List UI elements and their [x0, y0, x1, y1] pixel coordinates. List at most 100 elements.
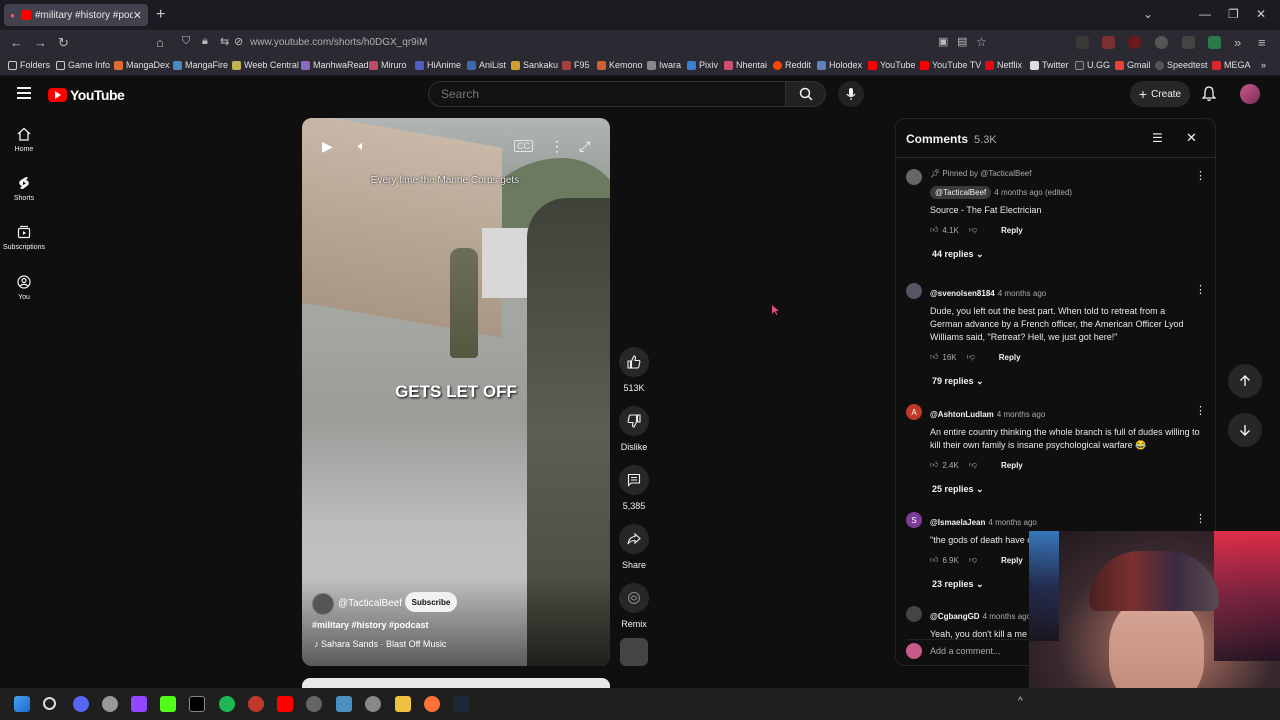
- search-input[interactable]: [429, 82, 785, 106]
- extension-icon[interactable]: [1128, 36, 1141, 49]
- extension-icon[interactable]: [1208, 36, 1221, 49]
- reply-button[interactable]: Reply: [999, 353, 1021, 362]
- no-tracking-icon[interactable]: ⊘: [234, 35, 243, 48]
- view-replies-button[interactable]: 79 replies ⌄: [932, 376, 1200, 387]
- search-taskbar-icon[interactable]: [43, 697, 56, 710]
- fullscreen-icon[interactable]: ⤢: [579, 138, 590, 155]
- minimize-icon[interactable]: —: [1199, 7, 1211, 21]
- view-replies-button[interactable]: 25 replies ⌄: [932, 484, 1200, 495]
- youtube-logo[interactable]: YouTube: [48, 87, 125, 103]
- back-icon[interactable]: ←: [10, 35, 23, 50]
- windows-start-icon[interactable]: [14, 696, 30, 712]
- next-short-preview[interactable]: [302, 678, 610, 688]
- media-player-icon[interactable]: [306, 696, 322, 712]
- bookmark-item[interactable]: Reddit: [773, 60, 811, 70]
- bookmark-item[interactable]: MEGA: [1212, 60, 1251, 70]
- video-hashtags[interactable]: #military #history #podcast: [312, 620, 429, 630]
- menu-icon[interactable]: [17, 87, 31, 99]
- bookmark-item[interactable]: Gmail: [1115, 60, 1151, 70]
- search-button[interactable]: [786, 81, 826, 107]
- comment-menu-icon[interactable]: ⋮: [1195, 169, 1206, 182]
- add-comment-input[interactable]: Add a comment...: [930, 646, 1001, 656]
- commenter-avatar[interactable]: A: [906, 404, 922, 420]
- bookmark-item[interactable]: U.GG: [1075, 60, 1110, 70]
- bookmark-item[interactable]: Twitter: [1030, 60, 1069, 70]
- create-button[interactable]: + Create: [1130, 81, 1190, 107]
- bookmark-item[interactable]: Holodex: [817, 60, 862, 70]
- reply-button[interactable]: Reply: [1001, 461, 1023, 470]
- dislike-button[interactable]: Dislike: [616, 406, 652, 452]
- extension-icon[interactable]: [1076, 36, 1089, 49]
- lock-icon[interactable]: 🔒︎: [202, 35, 208, 48]
- next-short-button[interactable]: [1228, 413, 1262, 447]
- bookmark-item[interactable]: Kemono: [597, 60, 643, 70]
- comment-author[interactable]: @CgbangGD: [930, 612, 980, 621]
- sort-icon[interactable]: ☰: [1152, 131, 1163, 145]
- sidebar-item-you[interactable]: You: [0, 275, 48, 301]
- system-tray-chevron-icon[interactable]: ^: [1018, 696, 1023, 707]
- reply-button[interactable]: Reply: [1001, 556, 1023, 565]
- close-tab-icon[interactable]: ✕: [133, 9, 142, 22]
- remix-button[interactable]: Remix: [616, 583, 652, 629]
- comment-author[interactable]: @TacticalBeef: [930, 186, 992, 199]
- bookmark-item[interactable]: Weeb Central: [232, 60, 299, 70]
- shorts-video-player[interactable]: Every time the Marine Corps gets GETS LE…: [302, 118, 610, 666]
- extension-icon[interactable]: [1102, 36, 1115, 49]
- maximize-icon[interactable]: ❐: [1228, 7, 1239, 21]
- bookmark-item[interactable]: YouTube: [868, 60, 915, 70]
- play-icon[interactable]: ▶: [322, 138, 333, 155]
- captions-icon[interactable]: CC: [514, 140, 533, 152]
- browser-tab[interactable]: ● #military #history #podcast ✕: [4, 4, 148, 26]
- comment-menu-icon[interactable]: ⋮: [1195, 512, 1206, 525]
- comments-button[interactable]: 5,385: [616, 465, 652, 511]
- close-icon[interactable]: ✕: [1186, 130, 1197, 146]
- comment-author[interactable]: @IsmaelaJean: [930, 518, 985, 527]
- app-icon[interactable]: [248, 696, 264, 712]
- account-avatar[interactable]: [1240, 84, 1260, 104]
- thumbs-down-icon[interactable]: 👎︎: [967, 352, 975, 362]
- voice-search-button[interactable]: [838, 81, 864, 107]
- subscribe-button[interactable]: Subscribe: [405, 592, 457, 612]
- bookmark-item[interactable]: AniList: [467, 60, 506, 70]
- comment-menu-icon[interactable]: ⋮: [1195, 404, 1206, 417]
- reload-icon[interactable]: ↻: [58, 35, 69, 51]
- thumbs-up-icon[interactable]: 👍︎: [930, 225, 938, 235]
- previous-short-button[interactable]: [1228, 364, 1262, 398]
- like-button[interactable]: 513K: [616, 347, 652, 393]
- thumbs-up-icon[interactable]: 👍︎: [930, 352, 938, 362]
- sidebar-item-home[interactable]: Home: [0, 127, 48, 153]
- close-window-icon[interactable]: ✕: [1256, 7, 1266, 21]
- channel-name[interactable]: @TacticalBeef: [338, 598, 402, 609]
- reply-button[interactable]: Reply: [1001, 226, 1023, 235]
- bookmark-item[interactable]: Nhentai: [724, 60, 767, 70]
- sidebar-item-shorts[interactable]: Shorts: [0, 176, 48, 202]
- more-options-icon[interactable]: ⋮: [550, 138, 564, 155]
- tab-list-icon[interactable]: ⌄: [1143, 7, 1153, 21]
- share-button[interactable]: Share: [616, 524, 652, 570]
- youtube-taskbar-icon[interactable]: [277, 696, 293, 712]
- bookmark-item[interactable]: ManhwaRead: [301, 60, 369, 70]
- comment-author[interactable]: @svenolsen8184: [930, 289, 995, 298]
- shield-icon[interactable]: ⛉: [182, 35, 190, 48]
- extension-icon[interactable]: [1155, 36, 1168, 49]
- bookmark-item[interactable]: F95: [562, 60, 590, 70]
- music-credit[interactable]: ♪ Sahara Sands · Blast Off Music: [314, 639, 446, 649]
- extension-icon[interactable]: [1182, 36, 1195, 49]
- notifications-button[interactable]: [1202, 86, 1216, 102]
- bookmarks-overflow-icon[interactable]: »: [1261, 60, 1266, 70]
- comment-menu-icon[interactable]: ⋮: [1195, 283, 1206, 296]
- channel-avatar[interactable]: [312, 593, 334, 615]
- comment-author[interactable]: @AshtonLudlam: [930, 410, 994, 419]
- commenter-avatar[interactable]: [906, 283, 922, 299]
- thumbs-down-icon[interactable]: 👎︎: [969, 555, 977, 565]
- permissions-icon[interactable]: ⇆: [220, 35, 229, 48]
- original-audio-thumbnail[interactable]: [620, 638, 648, 666]
- app-icon[interactable]: [336, 696, 352, 712]
- bookmark-item[interactable]: MangaFire: [173, 60, 228, 70]
- steam-icon[interactable]: [453, 696, 469, 712]
- address-bar[interactable]: www.youtube.com/shorts/h0DGX_qr9iM: [250, 37, 427, 48]
- home-browser-icon[interactable]: ⌂: [156, 35, 164, 50]
- sidebar-item-subscriptions[interactable]: Subscriptions: [0, 225, 48, 251]
- app-menu-icon[interactable]: ≡: [1258, 35, 1266, 50]
- bookmark-item[interactable]: MangaDex: [114, 60, 170, 70]
